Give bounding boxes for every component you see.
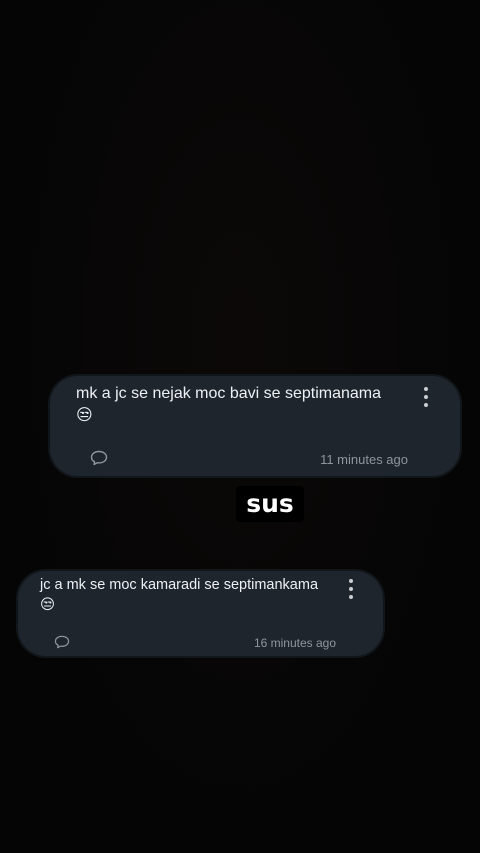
comment-message: jc a mk se moc kamaradi se septimankama (40, 577, 319, 593)
screenshot-canvas: mk a jc se nejak moc bavi se septimanama… (0, 0, 480, 853)
comment-message: mk a jc se nejak moc bavi se septimanama (76, 385, 382, 402)
comment-card: jc a mk se moc kamaradi se septimankama … (18, 571, 383, 656)
unamused-face-emoji: 😒 (40, 597, 56, 613)
comment-timestamp: 11 minutes ago (320, 452, 408, 467)
comment-bubble-icon[interactable] (90, 450, 108, 471)
unamused-face-emoji: 😒 (76, 407, 93, 424)
more-vertical-icon[interactable] (348, 579, 354, 599)
comment-timestamp: 16 minutes ago (253, 636, 336, 650)
comment-text: jc a mk se moc kamaradi se septimankama … (40, 575, 340, 615)
comment-text: mk a jc se nejak moc bavi se septimanama… (76, 383, 416, 427)
sus-caption: sus (236, 486, 304, 522)
comment-bubble-icon[interactable] (54, 635, 70, 654)
more-vertical-icon[interactable] (423, 387, 429, 407)
comment-card: mk a jc se nejak moc bavi se septimanama… (50, 376, 460, 476)
